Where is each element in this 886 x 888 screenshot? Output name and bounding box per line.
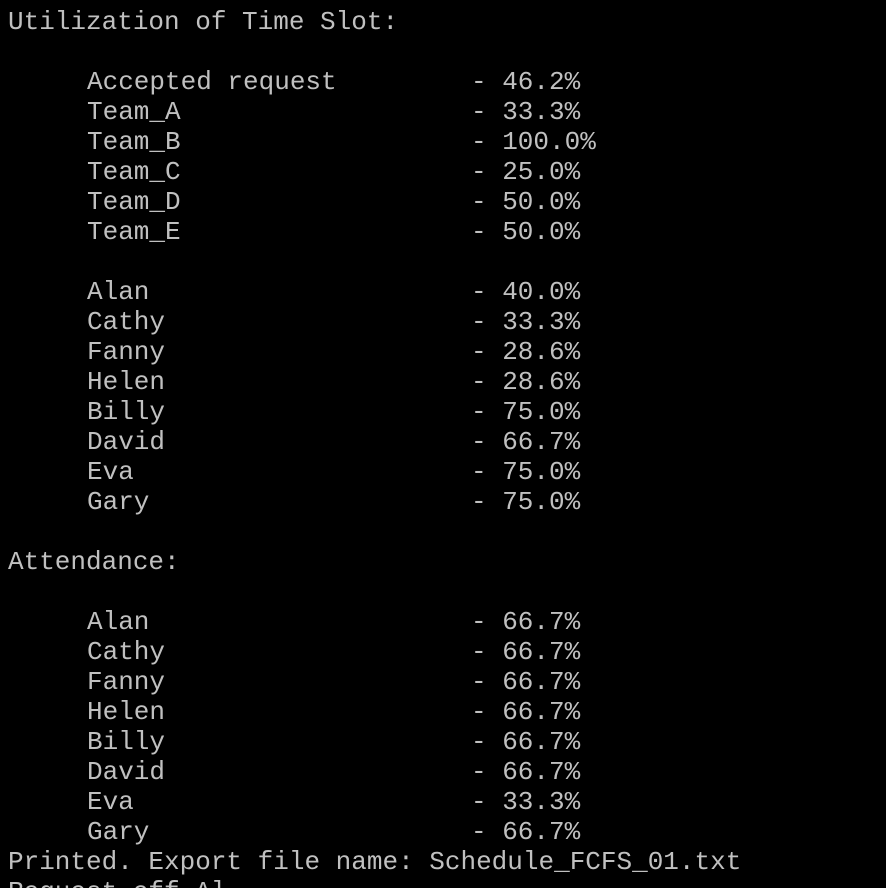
row-value: - 50.0% [471,187,581,217]
attendance-row: Helen - 66.7% [87,697,580,727]
attendance-heading: Attendance: [8,547,180,577]
row-value: - 28.6% [471,337,581,367]
row-label: Team_A [87,97,181,127]
utilization-row: Eva - 75.0% [87,457,580,487]
row-value: - 66.7% [471,727,581,757]
row-label: Accepted request [87,67,337,97]
export-message: Printed. Export file name: Schedule_FCFS… [8,847,742,877]
attendance-row: David - 66.7% [87,757,580,787]
attendance-row: Cathy - 66.7% [87,637,580,667]
attendance-row: Alan - 66.7% [87,607,580,637]
row-label: Eva [87,457,134,487]
row-label: Alan [87,277,150,307]
utilization-row: Accepted request - 46.2% [87,67,580,97]
utilization-row: Helen - 28.6% [87,367,580,397]
row-value: - 33.3% [471,307,581,337]
row-label: Fanny [87,337,166,367]
attendance-row: Fanny - 66.7% [87,667,580,697]
row-value: - 66.7% [471,757,581,787]
row-label: Cathy [87,637,166,667]
row-value: - 25.0% [471,157,581,187]
row-value: - 75.0% [471,487,581,517]
row-value: - 66.7% [471,817,581,847]
utilization-row: Team_B - 100.0% [87,127,596,157]
row-label: David [87,757,166,787]
row-label: Gary [87,487,150,517]
row-label: Billy [87,727,166,757]
row-label: Billy [87,397,166,427]
row-value: - 75.0% [471,397,581,427]
row-label: Team_E [87,217,181,247]
row-value: - 46.2% [471,67,581,97]
row-label: Team_B [87,127,181,157]
utilization-row: Team_C - 25.0% [87,157,580,187]
row-value: - 66.7% [471,697,581,727]
utilization-row: Billy - 75.0% [87,397,580,427]
attendance-row: Gary - 66.7% [87,817,580,847]
utilization-row: David - 66.7% [87,427,580,457]
row-label: Helen [87,367,166,397]
terminal-output: Utilization of Time Slot: Accepted reque… [0,0,886,888]
row-value: - 33.3% [471,787,581,817]
row-label: Gary [87,817,150,847]
attendance-row: Billy - 66.7% [87,727,580,757]
row-label: Eva [87,787,134,817]
utilization-row: Fanny - 28.6% [87,337,580,367]
row-label: Team_D [87,187,181,217]
row-value: - 40.0% [471,277,581,307]
row-label: Team_C [87,157,181,187]
row-value: - 75.0% [471,457,581,487]
row-value: - 50.0% [471,217,581,247]
row-value: - 66.7% [471,607,581,637]
utilization-row: Gary - 75.0% [87,487,580,517]
row-label: Alan [87,607,150,637]
attendance-row: Eva - 33.3% [87,787,580,817]
utilization-heading: Utilization of Time Slot: [8,7,399,37]
utilization-row: Alan - 40.0% [87,277,580,307]
row-label: David [87,427,166,457]
row-value: - 66.7% [471,637,581,667]
row-value: - 66.7% [471,667,581,697]
utilization-row: Cathy - 33.3% [87,307,580,337]
utilization-row: Team_A - 33.3% [87,97,580,127]
row-label: Helen [87,697,166,727]
utilization-row: Team_D - 50.0% [87,187,580,217]
row-value: - 28.6% [471,367,581,397]
row-value: - 66.7% [471,427,581,457]
row-value: - 33.3% [471,97,581,127]
row-label: Fanny [87,667,166,697]
utilization-row: Team_E - 50.0% [87,217,580,247]
row-label: Cathy [87,307,166,337]
row-value: - 100.0% [471,127,596,157]
partial-output-line: Request off Al [8,877,226,888]
